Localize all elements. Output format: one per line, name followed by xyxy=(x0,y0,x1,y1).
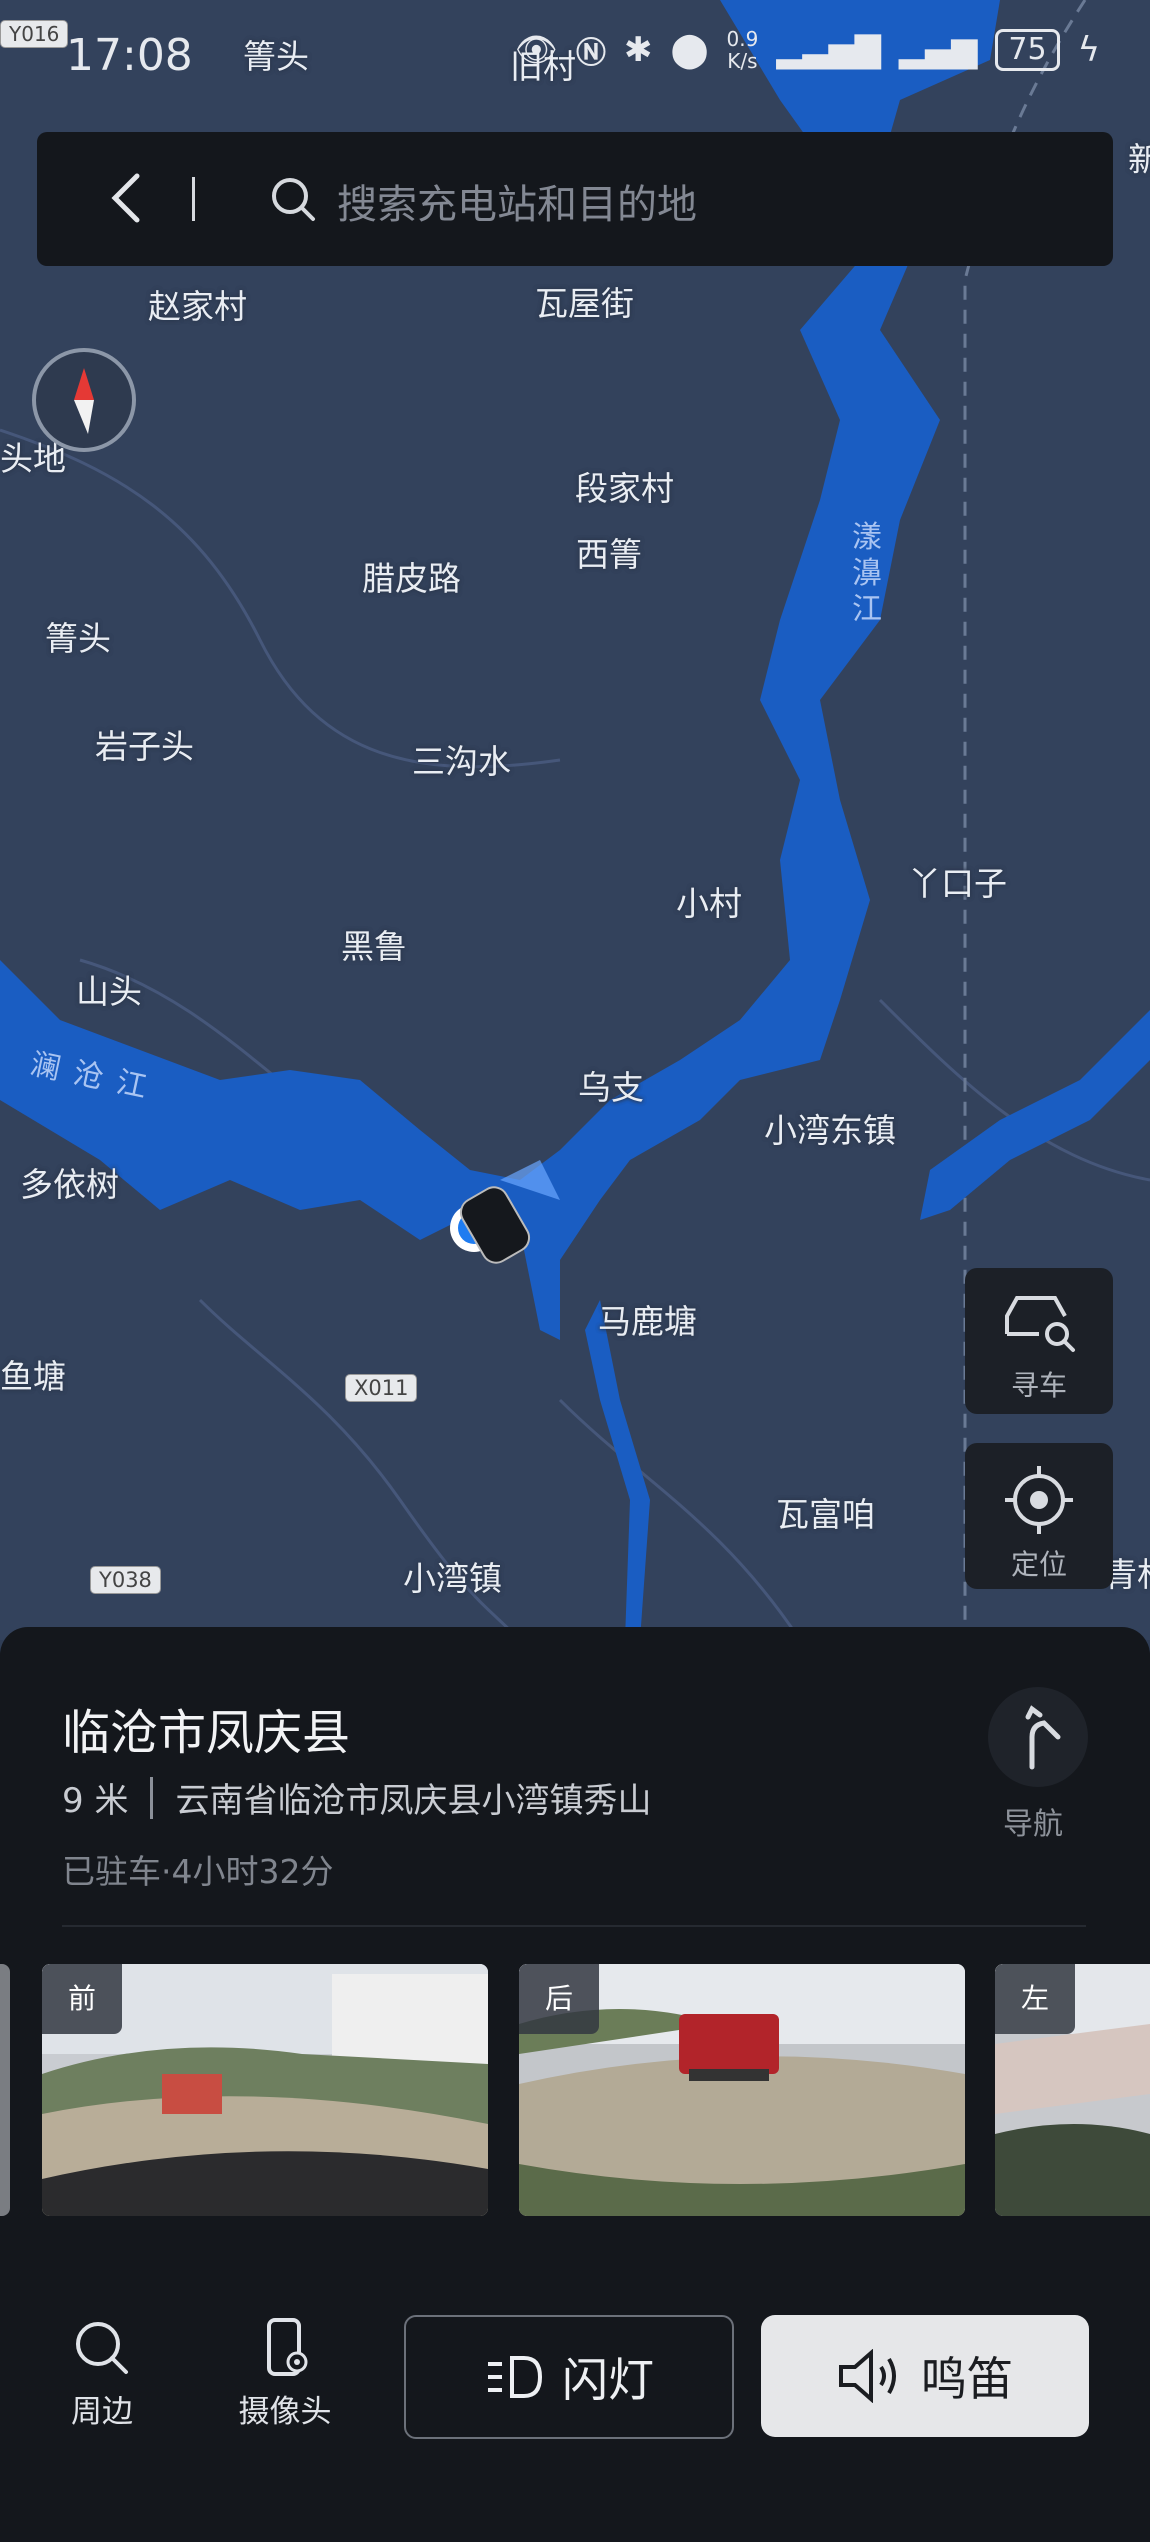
place-label: 岩子头 xyxy=(95,727,194,766)
net-speed-value: 0.9 xyxy=(726,27,759,51)
horn-button[interactable]: 鸣笛 xyxy=(761,2315,1089,2437)
battery-indicator: 75 xyxy=(995,29,1060,71)
locate-label: 定位 xyxy=(1010,1548,1067,1581)
nearby-button[interactable]: 周边 xyxy=(52,2318,152,2431)
locate-icon xyxy=(1005,1466,1073,1534)
divider xyxy=(192,177,195,221)
net-speed-unit: K/s xyxy=(727,49,758,73)
eye-icon: 👁 xyxy=(514,30,558,70)
location-icon: ⬤ xyxy=(670,30,709,70)
navigate-label: 导航 xyxy=(1003,1807,1063,1842)
find-car-label: 寻车 xyxy=(1010,1369,1067,1402)
charging-icon: ϟ xyxy=(1077,30,1100,70)
front-camera-tag: 前 xyxy=(42,1964,122,2034)
address-text: 云南省临沧市凤庆县小湾镇秀山 xyxy=(175,1781,652,1821)
place-label: 小湾东镇 xyxy=(764,1111,896,1150)
place-label: 箐头 xyxy=(45,619,111,658)
locate-button[interactable]: 定位 xyxy=(965,1443,1113,1589)
place-label: 乌支 xyxy=(578,1068,644,1107)
camera-label: 摄像头 xyxy=(238,2394,332,2430)
place-label: 西箐 xyxy=(576,535,642,574)
status-icons: 👁 Ⓝ ✱ ⬤ 0.9 K/s ▂▃▅▇ ▂▄▆ 75 ϟ xyxy=(515,28,1100,72)
search-input[interactable]: 搜索充电站和目的地 xyxy=(337,172,697,230)
speaker-icon xyxy=(839,2349,896,2403)
location-details: 9 米 云南省临沧市凤庆县小湾镇秀山 xyxy=(62,1773,651,1822)
river-label: 漾濞江 xyxy=(852,520,882,627)
road-badge: Y016 xyxy=(0,20,69,48)
place-label: 多依树 xyxy=(20,1165,119,1204)
place-label: 腊皮路 xyxy=(362,559,461,598)
place-label: 黑鲁 xyxy=(341,927,407,966)
search-icon xyxy=(76,2322,128,2374)
back-arrow-icon[interactable] xyxy=(97,166,161,230)
front-camera-thumbnail[interactable]: 前 xyxy=(42,1964,488,2216)
net-speed: 0.9 K/s xyxy=(727,28,759,72)
search-icon xyxy=(272,178,315,221)
road-badge: X011 xyxy=(345,1374,418,1402)
signal2-icon: ▂▄▆ xyxy=(898,30,978,70)
place-label: 瓦屋街 xyxy=(535,284,634,323)
car-search-icon xyxy=(1005,1296,1075,1352)
place-label: 新 xyxy=(1128,140,1150,179)
search-bar[interactable]: 搜索充电站和目的地 xyxy=(37,132,1113,266)
place-label: 马鹿塘 xyxy=(598,1302,697,1341)
camera-button[interactable]: 摄像头 xyxy=(230,2318,340,2431)
compass-button[interactable] xyxy=(32,348,136,452)
phone-camera-icon xyxy=(267,2318,308,2376)
divider xyxy=(150,1776,154,1819)
place-label: 赵家村 xyxy=(148,287,247,326)
place-label: 山头 xyxy=(76,972,142,1011)
place-label: 丫口子 xyxy=(908,864,1007,903)
left-camera-tag: 左 xyxy=(995,1964,1075,2034)
nearby-label: 周边 xyxy=(71,2394,133,2430)
location-title: 临沧市凤庆县 xyxy=(62,1705,351,1761)
parked-duration: 已驻车·4小时32分 xyxy=(62,1852,334,1891)
signal-icon: ▂▃▅▇ xyxy=(776,30,881,70)
left-camera-thumbnail[interactable]: 左 xyxy=(995,1964,1150,2216)
nfc-icon: Ⓝ xyxy=(575,36,606,71)
distance-text: 9 米 xyxy=(62,1781,129,1821)
horn-label: 鸣笛 xyxy=(921,2352,1013,2406)
divider xyxy=(62,1925,1086,1927)
bluetooth-icon: ✱ xyxy=(623,30,653,70)
flash-label: 闪灯 xyxy=(562,2353,654,2407)
status-bar: Y016 17:08 👁 Ⓝ ✱ ⬤ 0.9 K/s ▂▃▅▇ ▂▄▆ 75 ϟ xyxy=(0,0,1150,110)
navigate-button[interactable] xyxy=(988,1687,1088,1787)
rear-camera-tag: 后 xyxy=(519,1964,599,2034)
place-label: 鱼塘 xyxy=(0,1357,66,1396)
rear-camera-thumbnail[interactable]: 后 xyxy=(519,1964,965,2216)
flash-lights-button[interactable]: 闪灯 xyxy=(404,2315,734,2439)
place-label: 三沟水 xyxy=(412,742,511,781)
place-label: 段家村 xyxy=(575,469,674,508)
place-label: 小湾镇 xyxy=(403,1559,502,1598)
turn-arrow-icon xyxy=(1025,1705,1061,1770)
compass-icon xyxy=(74,368,94,434)
camera-thumbnail[interactable] xyxy=(0,1964,10,2216)
road-badge: Y038 xyxy=(90,1566,161,1594)
status-time: 17:08 xyxy=(66,30,193,81)
headlight-icon xyxy=(488,2356,543,2398)
place-label: 小村 xyxy=(676,884,742,923)
place-label: 瓦富咱 xyxy=(776,1495,875,1534)
find-car-button[interactable]: 寻车 xyxy=(965,1268,1113,1414)
